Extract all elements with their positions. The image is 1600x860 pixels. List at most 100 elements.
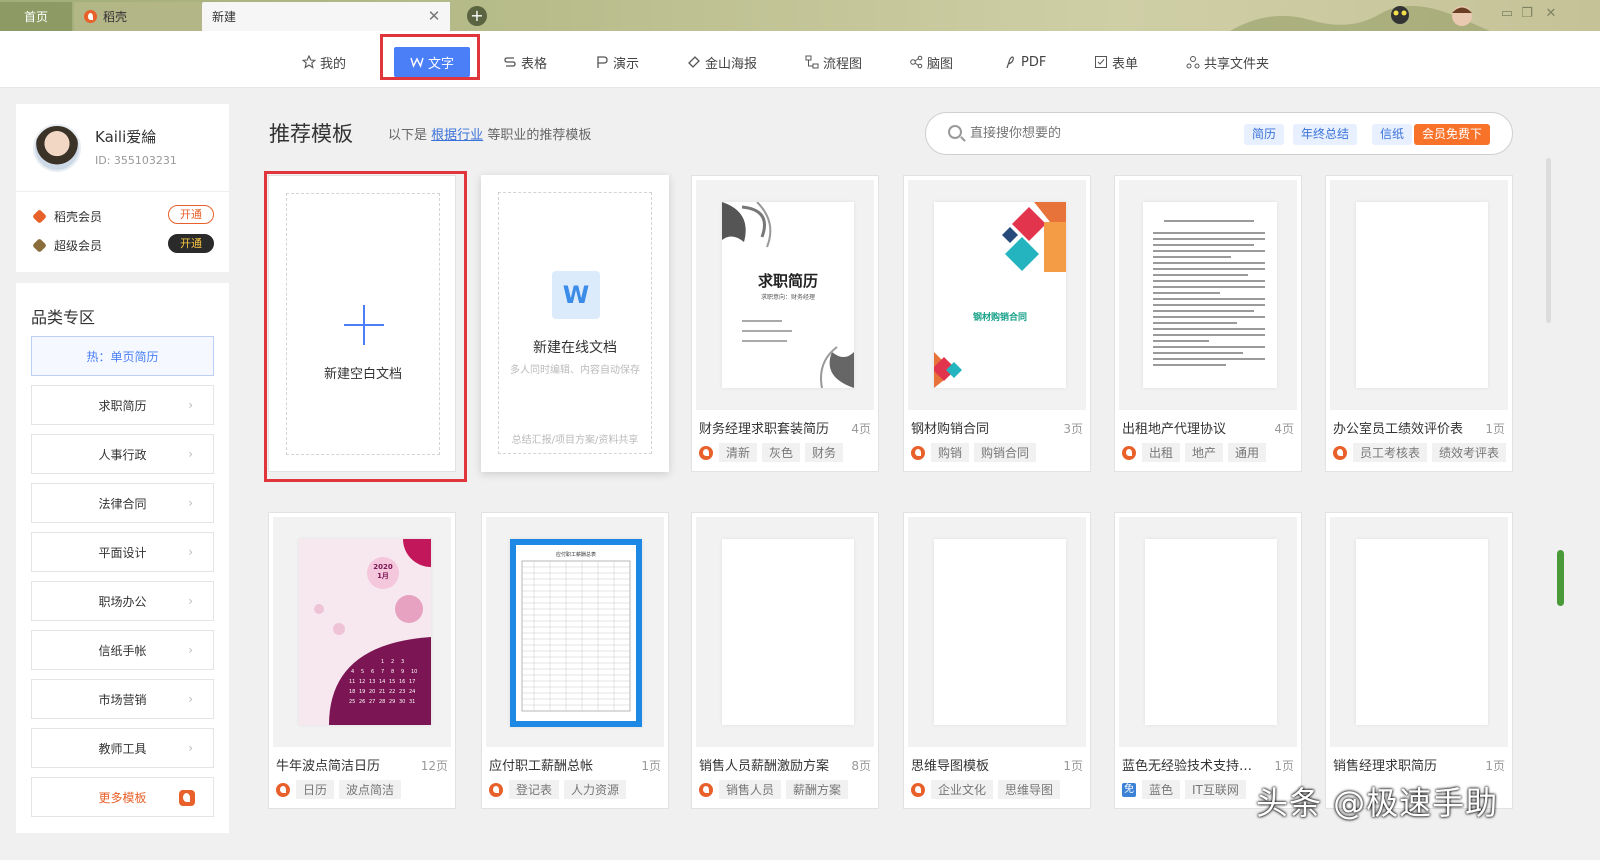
search-tag-resume[interactable]: 简历 [1244, 124, 1285, 145]
tab-daoke-label: 稻壳 [103, 10, 128, 24]
resume-subtitle: 求职意向：财务经理 [760, 294, 815, 301]
search-icon[interactable] [948, 125, 962, 139]
resume-preview: 求职简历 求职意向：财务经理 [722, 202, 854, 388]
open-super-member-button[interactable]: 开通 [168, 234, 214, 253]
tag[interactable]: 销售人员 [719, 780, 782, 799]
chevron-right-icon: › [188, 398, 193, 412]
tag[interactable]: 蓝色 [1142, 780, 1181, 799]
category-label: 职场办公 [98, 594, 147, 609]
super-member-icon [32, 238, 47, 253]
template-name: 销售人员薪酬激励方案 [699, 759, 830, 774]
blank-preview [1145, 539, 1277, 725]
s-icon [503, 55, 517, 69]
tag[interactable]: 登记表 [509, 780, 560, 799]
template-card[interactable]: 求职简历 求职意向：财务经理 财务经理求职套装简历 4页 清新 灰色 财务 [691, 175, 879, 472]
vip-free-download-tag[interactable]: 会员免费下 [1414, 124, 1491, 145]
svg-text:8: 8 [391, 669, 394, 675]
tag[interactable]: 清新 [719, 443, 758, 462]
more-templates-button[interactable]: 更多模板 [31, 777, 214, 817]
nav-mine[interactable]: 我的 [301, 47, 347, 77]
template-card[interactable]: 应付职工薪酬总表 应付职工薪酬总帐 1页 登记表 人力资源 [481, 512, 669, 809]
template-card[interactable]: 出租地产代理协议 4页 出租 地产 通用 [1114, 175, 1302, 472]
daoke-tag-icon [699, 445, 713, 460]
user-id: ID: 355103231 [95, 154, 177, 167]
add-tab-button[interactable]: + [467, 6, 487, 26]
category-hot-resume[interactable]: 热：单页简历 [31, 336, 214, 376]
tab-new[interactable]: 新建 ✕ [202, 2, 450, 31]
tag[interactable]: 人力资源 [564, 780, 627, 799]
app-navigation: 我的 文字 表格 演示 金山海报 流程图 脑图 PDF 表单 共享文件夹 [0, 31, 1600, 88]
nav-shared-folder[interactable]: 共享文件夹 [1186, 47, 1269, 77]
category-item[interactable]: 市场营销 › [31, 679, 214, 719]
new-online-dashed-area: W 新建在线文档 多人同时编辑、内容自动保存 总结汇报/项目方案/资料共享 [498, 192, 652, 454]
category-item[interactable]: 教师工具 › [31, 728, 214, 768]
template-card[interactable]: 123 4 5 6 7 8 9 10 11 12 13 14 15 16 17 18 19 20 21 22 23… [268, 512, 456, 809]
scrollbar-thumb[interactable] [1546, 158, 1551, 323]
nav-mindmap[interactable]: 脑图 [909, 47, 953, 77]
nav-sheet-label: 表格 [521, 56, 548, 72]
template-pages: 1页 [1485, 759, 1505, 773]
tag[interactable]: 绩效考评表 [1432, 443, 1507, 462]
nav-sheet[interactable]: 表格 [503, 47, 547, 77]
template-thumbnail [696, 517, 874, 747]
svg-text:13: 13 [369, 679, 375, 685]
blank-preview [934, 539, 1066, 725]
svg-text:28: 28 [379, 699, 385, 705]
avatar[interactable] [33, 124, 81, 172]
decorative-landscape-icon [1230, 5, 1490, 31]
minimize-icon[interactable]: ▭ [1498, 5, 1516, 23]
search-tag-letter-paper[interactable]: 信纸 [1372, 124, 1413, 145]
tag[interactable]: 薪酬方案 [786, 780, 849, 799]
restore-icon[interactable]: ❐ [1518, 5, 1536, 23]
tab-daoke[interactable]: 稻壳 [74, 2, 202, 31]
category-panel: 品类专区 热：单页简历 求职简历 › 人事行政 › 法律合同 › 平面设计 › 职场办公… [16, 283, 229, 833]
category-item[interactable]: 信纸手帐 › [31, 630, 214, 670]
industry-link[interactable]: 根据行业 [431, 128, 483, 143]
side-scroll-indicator[interactable] [1557, 550, 1564, 606]
template-card[interactable]: 销售人员薪酬激励方案 8页 销售人员 薪酬方案 [691, 512, 879, 809]
nav-mine-label: 我的 [320, 56, 347, 72]
category-item[interactable]: 求职简历 › [31, 385, 214, 425]
tag[interactable]: 灰色 [762, 443, 801, 462]
tag[interactable]: 企业文化 [931, 780, 994, 799]
template-thumbnail: 钢材购销合同 [908, 180, 1086, 410]
svg-text:18: 18 [349, 689, 355, 695]
nav-flowchart[interactable]: 流程图 [805, 47, 862, 77]
page-subtitle: 以下是 根据行业 等职业的推荐模板 [388, 124, 591, 143]
category-title: 品类专区 [31, 308, 96, 327]
nav-pdf[interactable]: PDF [1003, 47, 1046, 77]
tab-home[interactable]: 首页 [0, 2, 72, 31]
membership-super-label: 超级会员 [54, 239, 103, 253]
tag[interactable]: 财务 [805, 443, 844, 462]
nav-presentation[interactable]: 演示 [595, 47, 639, 77]
new-online-document-card[interactable]: W 新建在线文档 多人同时编辑、内容自动保存 总结汇报/项目方案/资料共享 [481, 175, 669, 472]
search-input[interactable] [970, 126, 1230, 141]
template-card[interactable]: 销售经理求职简历 1页 [1325, 512, 1513, 809]
close-tab-icon[interactable]: ✕ [426, 8, 442, 24]
tag[interactable]: IT互联网 [1185, 780, 1246, 799]
category-item[interactable]: 法律合同 › [31, 483, 214, 523]
tag[interactable]: 波点简洁 [339, 780, 402, 799]
category-item[interactable]: 人事行政 › [31, 434, 214, 474]
category-item[interactable]: 平面设计 › [31, 532, 214, 572]
tag[interactable]: 员工考核表 [1353, 443, 1428, 462]
search-tag-year-summary[interactable]: 年终总结 [1293, 124, 1358, 145]
tag[interactable]: 思维导图 [998, 780, 1061, 799]
open-daoke-member-button[interactable]: 开通 [168, 205, 214, 224]
category-item[interactable]: 职场办公 › [31, 581, 214, 621]
tag[interactable]: 出租 [1142, 443, 1181, 462]
template-card[interactable]: 思维导图模板 1页 企业文化 思维导图 [903, 512, 1091, 809]
tag[interactable]: 日历 [296, 780, 335, 799]
template-card[interactable]: 钢材购销合同 钢材购销合同 3页 购销 购销合同 [903, 175, 1091, 472]
tag[interactable]: 购销 [931, 443, 970, 462]
tag[interactable]: 购销合同 [974, 443, 1037, 462]
daoke-tag-icon [911, 782, 925, 797]
template-card[interactable]: 蓝色无经验技术支持单... 1页 免蓝色 IT互联网 [1114, 512, 1302, 809]
tag[interactable]: 通用 [1228, 443, 1267, 462]
nav-poster[interactable]: 金山海报 [687, 47, 757, 77]
close-window-icon[interactable]: ✕ [1542, 5, 1560, 23]
nav-form[interactable]: 表单 [1094, 47, 1138, 77]
category-label: 平面设计 [98, 545, 147, 560]
template-card[interactable]: 办公室员工绩效评价表 1页 员工考核表 绩效考评表 [1325, 175, 1513, 472]
tag[interactable]: 地产 [1185, 443, 1224, 462]
